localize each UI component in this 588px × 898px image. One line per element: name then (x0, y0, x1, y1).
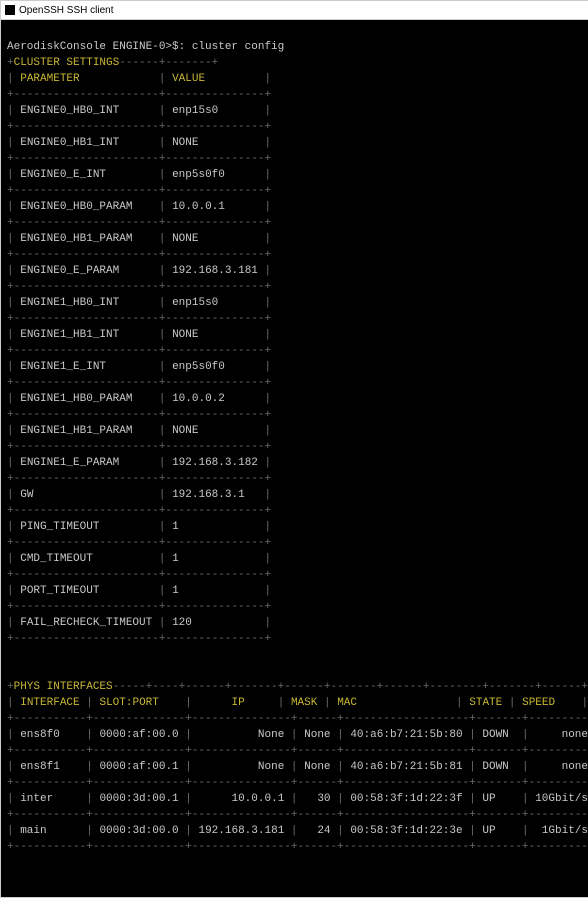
param: ENGINE0_HB1_INT (20, 137, 152, 149)
ph-interface: INTERFACE (20, 697, 79, 709)
value: 192.168.3.181 (172, 265, 258, 277)
value: NONE (172, 425, 258, 437)
value: 192.168.3.1 (172, 489, 258, 501)
ph-speed: SPEED (522, 697, 555, 709)
param: ENGINE1_E_PARAM (20, 457, 152, 469)
param: ENGINE1_E_INT (20, 361, 152, 373)
ph-ip: IP (232, 697, 245, 709)
app-window: OpenSSH SSH client AerodiskConsole ENGIN… (0, 0, 588, 898)
ph-slotport: SLOT:PORT (99, 697, 158, 709)
param: PING_TIMEOUT (20, 521, 152, 533)
value: NONE (172, 137, 258, 149)
titlebar[interactable]: OpenSSH SSH client (1, 1, 588, 20)
param: ENGINE0_E_PARAM (20, 265, 152, 277)
value: 1 (172, 585, 258, 597)
value: 10.0.0.1 (172, 201, 258, 213)
value: enp5s0f0 (172, 169, 258, 181)
prompt-line: AerodiskConsole ENGINE-0>$: cluster conf… (7, 41, 284, 53)
cluster-settings-title: CLUSTER SETTINGS (14, 57, 120, 69)
param: ENGINE0_E_INT (20, 169, 152, 181)
param: ENGINE1_HB0_PARAM (20, 393, 152, 405)
param: ENGINE1_HB1_INT (20, 329, 152, 341)
ph-mask: MASK (291, 697, 317, 709)
value: 10.0.0.2 (172, 393, 258, 405)
param: PORT_TIMEOUT (20, 585, 152, 597)
col-value: VALUE (172, 73, 205, 85)
param: CMD_TIMEOUT (20, 553, 152, 565)
col-parameter: PARAMETER (20, 73, 79, 85)
param: GW (20, 489, 152, 501)
phys-interfaces-title: PHYS INTERFACES (14, 681, 113, 693)
phys-interfaces-block: +PHYS INTERFACES-----+----+------+------… (7, 679, 583, 855)
value: enp15s0 (172, 105, 258, 117)
window-title: OpenSSH SSH client (19, 5, 114, 16)
value: 1 (172, 521, 258, 533)
param: ENGINE0_HB0_PARAM (20, 201, 152, 213)
value: 1 (172, 553, 258, 565)
param: ENGINE0_HB1_PARAM (20, 233, 152, 245)
terminal-icon (5, 5, 15, 15)
value: NONE (172, 233, 258, 245)
value: 120 (172, 617, 258, 629)
param: ENGINE1_HB0_INT (20, 297, 152, 309)
ph-state: STATE (469, 697, 502, 709)
value: NONE (172, 329, 258, 341)
terminal-output[interactable]: AerodiskConsole ENGINE-0>$: cluster conf… (1, 20, 588, 897)
cluster-settings-block: +CLUSTER SETTINGS------+-------+ | PARAM… (7, 55, 583, 647)
ph-mac: MAC (337, 697, 357, 709)
param: ENGINE0_HB0_INT (20, 105, 152, 117)
value: enp5s0f0 (172, 361, 258, 373)
value: enp15s0 (172, 297, 258, 309)
param: ENGINE1_HB1_PARAM (20, 425, 152, 437)
param: FAIL_RECHECK_TIMEOUT (20, 617, 152, 629)
value: 192.168.3.182 (172, 457, 258, 469)
